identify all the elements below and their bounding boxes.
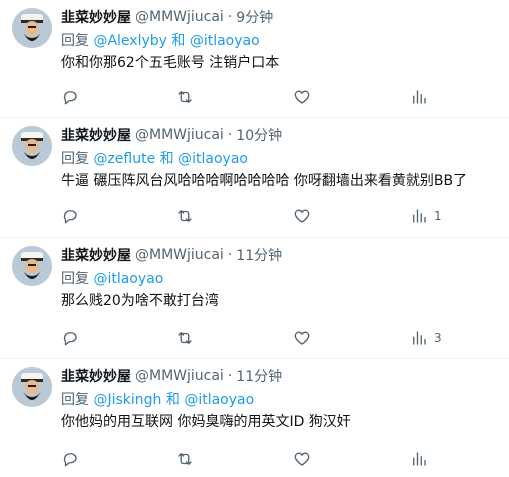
reply-button[interactable] <box>61 328 85 348</box>
views-icon <box>413 90 426 104</box>
reply-prefix: 回复 <box>61 151 94 167</box>
mention-joiner: 和 <box>155 151 179 167</box>
avatar[interactable] <box>12 8 52 48</box>
mention-link[interactable]: @Jiskingh <box>93 392 161 408</box>
mention-link[interactable]: @zeflute <box>93 151 155 167</box>
reply-icon <box>63 453 77 467</box>
like-button[interactable] <box>293 328 317 348</box>
views-icon <box>413 452 426 466</box>
views-button[interactable]: 1 <box>410 206 442 226</box>
retweet-button[interactable] <box>176 87 200 107</box>
action-bar: 1 <box>61 206 442 226</box>
views-button[interactable] <box>410 87 434 107</box>
retweet-icon <box>178 210 192 222</box>
heart-icon <box>294 452 310 466</box>
reply-context: 回复 @zeflute 和 @itlaoyao <box>61 148 499 167</box>
action-bar: 3 <box>61 328 442 348</box>
retweet-icon <box>178 332 192 344</box>
display-name[interactable]: 韭菜妙妙屋 <box>61 125 131 145</box>
reply-icon <box>63 91 77 105</box>
tweet-text: 你和你那62个五毛账号 注销户口本 <box>61 55 280 71</box>
display-name[interactable]: 韭菜妙妙屋 <box>61 7 131 27</box>
user-handle[interactable]: @MMWjiucai <box>135 368 224 384</box>
action-bar <box>61 87 441 107</box>
reply-button[interactable] <box>61 87 85 107</box>
tweet-item[interactable]: 韭菜妙妙屋 @MMWjiucai · 11分钟 回复 @Jiskingh 和 @… <box>0 359 509 477</box>
reply-icon <box>63 210 77 224</box>
tweet-feed: 韭菜妙妙屋 @MMWjiucai · 9分钟 回复 @Alexlyby 和 @i… <box>0 0 509 477</box>
reply-button[interactable] <box>61 449 85 469</box>
separator-dot: · <box>227 127 233 143</box>
user-handle[interactable]: @MMWjiucai <box>135 247 224 263</box>
reply-context: 回复 @Jiskingh 和 @itlaoyao <box>61 389 499 408</box>
views-icon <box>413 331 426 345</box>
heart-icon <box>294 331 310 345</box>
tweet-item[interactable]: 韭菜妙妙屋 @MMWjiucai · 9分钟 回复 @Alexlyby 和 @i… <box>0 0 509 118</box>
views-icon <box>413 209 426 223</box>
like-button[interactable] <box>293 206 317 226</box>
display-name[interactable]: 韭菜妙妙屋 <box>61 366 131 386</box>
retweet-button[interactable] <box>176 449 200 469</box>
tweet-item[interactable]: 韭菜妙妙屋 @MMWjiucai · 10分钟 回复 @zeflute 和 @i… <box>0 118 509 238</box>
avatar[interactable] <box>12 126 52 166</box>
timestamp[interactable]: 11分钟 <box>236 366 282 386</box>
views-count: 3 <box>434 331 442 345</box>
mention-link[interactable]: @itlaoyao <box>184 392 254 408</box>
timestamp[interactable]: 10分钟 <box>236 125 282 145</box>
separator-dot: · <box>227 9 233 25</box>
mention-joiner: 和 <box>161 392 185 408</box>
retweet-button[interactable] <box>176 328 200 348</box>
avatar[interactable] <box>12 367 52 407</box>
separator-dot: · <box>227 368 233 384</box>
reply-prefix: 回复 <box>61 271 94 287</box>
user-handle[interactable]: @MMWjiucai <box>135 127 224 143</box>
user-handle[interactable]: @MMWjiucai <box>135 9 224 25</box>
heart-icon <box>294 90 310 104</box>
like-button[interactable] <box>293 87 317 107</box>
timestamp[interactable]: 9分钟 <box>236 7 273 27</box>
display-name[interactable]: 韭菜妙妙屋 <box>61 245 131 265</box>
reply-prefix: 回复 <box>61 33 94 49</box>
retweet-icon <box>178 91 192 103</box>
views-count: 1 <box>434 209 442 223</box>
mention-link[interactable]: @itlaoyao <box>190 33 260 49</box>
mention-link[interactable]: @itlaoyao <box>93 271 163 287</box>
retweet-button[interactable] <box>176 206 200 226</box>
reply-prefix: 回复 <box>61 392 94 408</box>
views-button[interactable]: 3 <box>410 328 442 348</box>
mention-link[interactable]: @itlaoyao <box>178 151 248 167</box>
reply-button[interactable] <box>61 206 85 226</box>
tweet-text: 牛逼 碾压阵风台风哈哈哈啊哈哈哈哈 你呀翻墙出来看黄就别BB了 <box>61 173 468 189</box>
mention-link[interactable]: @Alexlyby <box>93 33 166 49</box>
tweet-item[interactable]: 韭菜妙妙屋 @MMWjiucai · 11分钟 回复 @itlaoyao 那么贱… <box>0 238 509 359</box>
separator-dot: · <box>227 247 233 263</box>
action-bar <box>61 449 441 469</box>
avatar[interactable] <box>12 246 52 286</box>
retweet-icon <box>178 453 192 465</box>
reply-icon <box>63 332 77 346</box>
reply-context: 回复 @Alexlyby 和 @itlaoyao <box>61 30 499 49</box>
tweet-text: 你他妈的用互联网 你妈臭嗨的用英文ID 狗汉奸 <box>61 414 351 430</box>
timestamp[interactable]: 11分钟 <box>236 245 282 265</box>
tweet-text: 那么贱20为啥不敢打台湾 <box>61 293 219 309</box>
mention-joiner: 和 <box>166 33 190 49</box>
like-button[interactable] <box>293 449 317 469</box>
reply-context: 回复 @itlaoyao <box>61 268 499 287</box>
heart-icon <box>294 209 310 223</box>
views-button[interactable] <box>410 449 434 469</box>
